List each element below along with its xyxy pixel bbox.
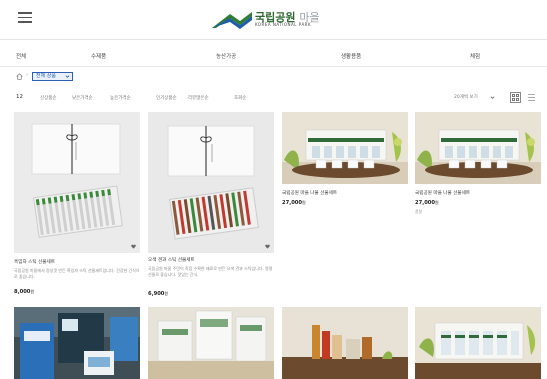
product-price: 27,000원 — [282, 200, 306, 206]
sort-option[interactable]: 신상품순 — [40, 95, 57, 101]
product-description: 국립공원 마을 주민이 직접 수확한 재료로 만든 오색 견과 스틱입니다. 명… — [148, 266, 273, 277]
product-card[interactable]: 국립공원 마을 나물 선물세트 27,000원 품절 — [415, 112, 541, 222]
chevron-down-icon — [490, 96, 495, 99]
chevron-down-icon — [65, 75, 70, 78]
product-photo — [282, 307, 408, 379]
product-card[interactable]: 오색 견과 스틱 선물세트 국립공원 마을 주민이 직접 수확한 재료로 만든 … — [148, 112, 274, 300]
status-badge: 품절 — [415, 209, 422, 214]
product-photo — [282, 112, 408, 184]
header-divider — [0, 39, 547, 40]
list-view-icon[interactable] — [527, 93, 536, 102]
price-currency: 원 — [164, 291, 169, 296]
category-tab-processed[interactable]: 농산가공 — [216, 52, 236, 60]
category-tab-experience[interactable]: 체험 — [470, 52, 480, 60]
site-logo[interactable]: 국립공원 마을 KOREA NATIONAL PARK — [210, 6, 340, 34]
product-photo — [148, 307, 274, 379]
home-icon[interactable] — [16, 73, 23, 80]
category-select[interactable]: 전체 상품 — [32, 72, 73, 81]
product-image[interactable] — [14, 112, 140, 253]
price-currency: 원 — [302, 200, 306, 205]
product-name[interactable]: 오색 견과 스틱 선물세트 — [148, 257, 195, 263]
product-photo — [415, 307, 541, 379]
product-name[interactable]: 국립공원 마을 나물 선물세트 — [282, 190, 337, 196]
product-photo — [148, 112, 274, 253]
product-count: 12 — [16, 94, 23, 100]
price-value: 27,000 — [415, 200, 436, 206]
logo-subtitle: KOREA NATIONAL PARK — [255, 22, 312, 27]
heart-icon[interactable] — [265, 244, 270, 249]
category-tab-living[interactable]: 생활용품 — [341, 52, 361, 60]
product-card[interactable] — [282, 307, 408, 379]
category-nav: 전체 수제품 농산가공 생활용품 체험 — [0, 47, 547, 67]
product-card[interactable] — [14, 307, 140, 379]
sort-option[interactable]: 낮은가격순 — [72, 95, 93, 101]
product-card[interactable] — [148, 307, 274, 379]
category-select-value: 전체 상품 — [36, 73, 56, 79]
price-value: 8,000 — [14, 289, 31, 295]
product-image[interactable] — [415, 307, 541, 379]
product-photo — [415, 112, 541, 184]
product-card[interactable]: 국립공원 마을 나물 선물세트 27,000원 — [282, 112, 408, 222]
product-image[interactable] — [282, 307, 408, 379]
product-price: 27,000원 — [415, 200, 439, 206]
hamburger-icon[interactable] — [18, 12, 32, 23]
product-photo — [14, 307, 140, 379]
product-image[interactable] — [148, 112, 274, 253]
page-size-value: 20개씩 보기 — [454, 95, 478, 100]
product-card[interactable]: 흑임자 스틱 선물세트 국립공원 마을에서 정성껏 만든 흑임자 스틱 선물세트… — [14, 112, 140, 300]
category-tab-all[interactable]: 전체 — [16, 52, 26, 60]
price-value: 6,900 — [148, 291, 165, 297]
product-name[interactable]: 국립공원 마을 나물 선물세트 — [415, 190, 470, 196]
page-size-select[interactable]: 20개씩 보기 — [454, 94, 497, 102]
top-header: 국립공원 마을 KOREA NATIONAL PARK — [0, 0, 547, 40]
grid-view-icon[interactable] — [510, 92, 521, 103]
product-image[interactable] — [148, 307, 274, 379]
sort-option[interactable]: 인기상품순 — [156, 95, 177, 101]
product-photo — [14, 112, 140, 253]
sort-bar: 12 신상품순 낮은가격순 높은가격순 인기상품순 리뷰많은순 조회순 20개씩… — [16, 92, 536, 104]
product-image[interactable] — [415, 112, 541, 184]
sort-option[interactable]: 높은가격순 — [110, 95, 131, 101]
product-description: 국립공원 마을에서 정성껏 만든 흑임자 스틱 선물세트입니다. 건강한 간식으… — [14, 268, 140, 279]
price-currency: 원 — [435, 200, 439, 205]
category-tab-handmade[interactable]: 수제품 — [91, 52, 106, 60]
mountain-logo-icon — [212, 12, 252, 29]
price-currency: 원 — [30, 289, 35, 294]
product-image[interactable] — [282, 112, 408, 184]
sort-option[interactable]: 리뷰많은순 — [188, 95, 209, 101]
product-price: 6,900원 — [148, 291, 168, 297]
heart-icon[interactable] — [131, 244, 136, 249]
product-name[interactable]: 흑임자 스틱 선물세트 — [14, 259, 55, 265]
product-card[interactable] — [415, 307, 541, 379]
sort-option[interactable]: 조회순 — [234, 95, 246, 101]
price-value: 27,000 — [282, 200, 303, 206]
product-image[interactable] — [14, 307, 140, 379]
breadcrumb-separator: › — [26, 72, 28, 78]
product-price: 8,000원 — [14, 289, 34, 295]
